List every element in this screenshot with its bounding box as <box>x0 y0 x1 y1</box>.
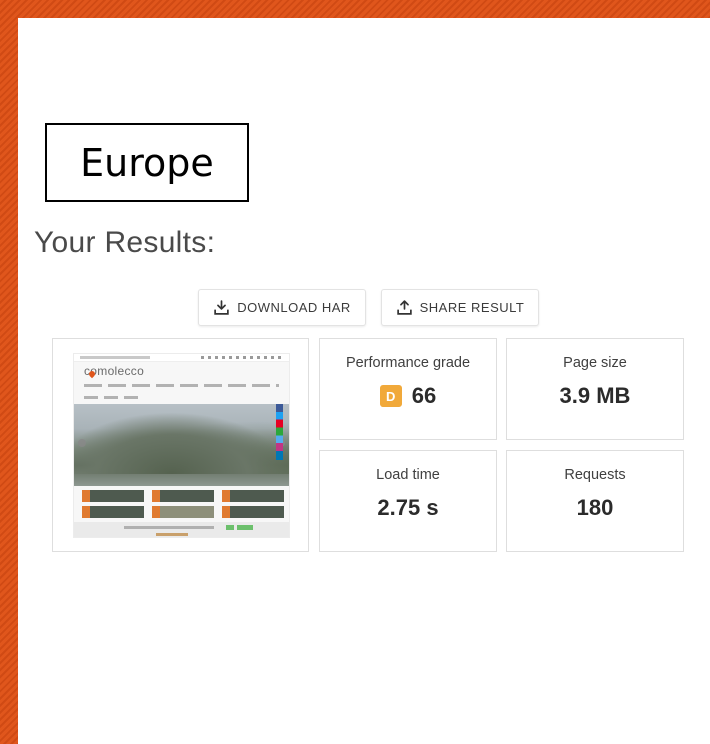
page-size-value: 3.9 MB <box>559 383 631 408</box>
share-result-label: SHARE RESULT <box>419 300 525 315</box>
thumb-cookie-banner <box>74 522 289 537</box>
requests-value: 180 <box>576 495 614 520</box>
thumb-topbar <box>74 354 289 362</box>
thumb-tile <box>222 490 284 502</box>
performance-grade-value: D 66 <box>320 383 496 409</box>
results-heading: Your Results: <box>34 226 216 259</box>
grade-badge: D <box>379 385 402 407</box>
thumb-tile <box>222 506 284 518</box>
region-label-box: Europe <box>45 123 249 202</box>
requests-label: Requests <box>564 467 626 483</box>
performance-grade-card: Performance grade D 66 <box>319 338 497 440</box>
thumb-nav-secondary <box>84 396 144 399</box>
thumb-prev-arrow-icon <box>78 439 86 447</box>
thumb-tile <box>152 506 214 518</box>
thumb-tile <box>82 506 144 518</box>
requests-card: Requests 180 <box>506 450 684 552</box>
page-size-label: Page size <box>563 355 627 371</box>
load-time-label: Load time <box>376 467 440 483</box>
download-har-button[interactable]: DOWNLOAD HAR <box>198 289 366 326</box>
thumb-tile <box>152 490 214 502</box>
download-har-label: DOWNLOAD HAR <box>237 300 351 315</box>
performance-score: 66 <box>411 383 437 408</box>
load-time-value: 2.75 s <box>377 495 439 520</box>
share-result-button[interactable]: SHARE RESULT <box>381 289 539 326</box>
thumb-nav <box>84 384 279 387</box>
thumb-tile <box>82 490 144 502</box>
download-icon <box>214 300 229 315</box>
thumb-social-bar <box>276 404 283 460</box>
thumb-mountains <box>74 412 289 474</box>
website-screenshot-card: comolecco <box>52 338 309 552</box>
performance-grade-label: Performance grade <box>345 355 471 371</box>
slide: Europe Your Results: DOWNLOAD HAR SHARE … <box>18 18 710 744</box>
region-label: Europe <box>80 140 214 185</box>
website-screenshot: comolecco <box>73 353 290 538</box>
load-time-card: Load time 2.75 s <box>319 450 497 552</box>
share-icon <box>396 300 412 315</box>
page-size-card: Page size 3.9 MB <box>506 338 684 440</box>
